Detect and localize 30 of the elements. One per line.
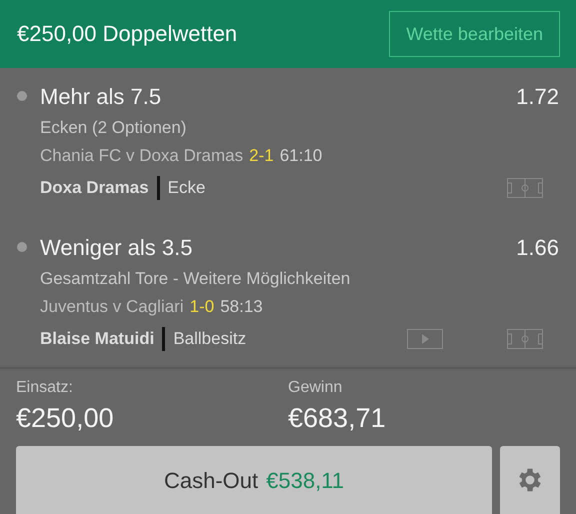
- settings-button[interactable]: [500, 446, 560, 514]
- odds: 1.72: [516, 84, 559, 111]
- selection-name: Weniger als 3.5: [40, 235, 192, 262]
- match-time: 58:13: [220, 296, 263, 318]
- stake-amount: €250,00: [16, 403, 115, 434]
- pitch-icon[interactable]: [507, 178, 543, 198]
- separator-bar: [156, 176, 160, 200]
- player-name: Doxa Dramas: [40, 178, 149, 198]
- match-score: 2-1: [249, 145, 274, 167]
- match-name: Chania FC v Doxa Dramas: [40, 145, 244, 167]
- stake-label: Einsatz:: [16, 379, 74, 397]
- cash-out-button[interactable]: Cash-Out €538,11: [16, 446, 492, 514]
- return-amount: €683,71: [288, 403, 387, 434]
- odds: 1.66: [516, 235, 559, 262]
- pitch-icon[interactable]: [507, 329, 543, 349]
- bet-title: €250,00 Doppelwetten: [17, 21, 238, 47]
- status-dot-icon: [17, 242, 27, 252]
- market-name: Ecken (2 Optionen): [40, 117, 188, 139]
- stat-label: Ecke: [168, 178, 206, 198]
- video-play-icon[interactable]: [407, 329, 443, 349]
- match-time: 61:10: [280, 145, 322, 167]
- selection-name: Mehr als 7.5: [40, 84, 162, 111]
- separator-bar: [162, 327, 166, 351]
- stat-label: Ballbesitz: [173, 329, 246, 349]
- status-dot-icon: [17, 91, 27, 101]
- market-name: Gesamtzahl Tore - Weitere Möglichkeiten: [40, 268, 352, 290]
- player-name: Blaise Matuidi: [40, 329, 154, 349]
- match-name: Juventus v Cagliari: [40, 296, 184, 318]
- return-label: Gewinn: [288, 379, 344, 397]
- match-score: 1-0: [190, 296, 214, 318]
